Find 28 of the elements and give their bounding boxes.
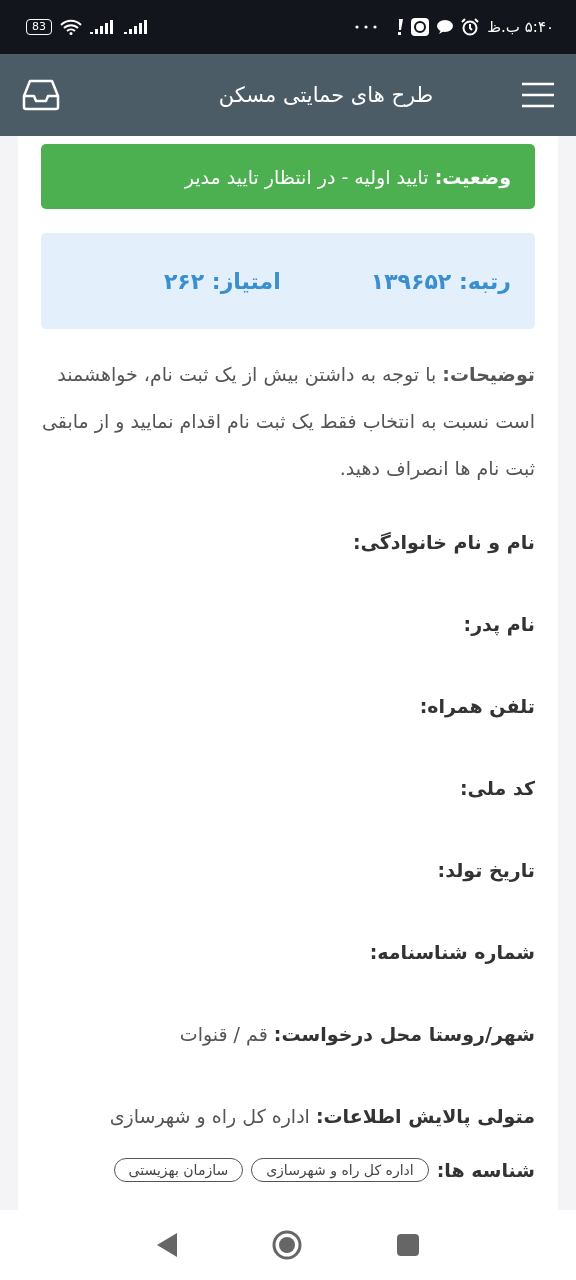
signal-icon: [124, 20, 150, 34]
info-field: متولی پالایش اطلاعات: اداره کل راه و شهرسازی: [41, 1100, 535, 1132]
alarm-icon: [461, 18, 480, 36]
info-field: شماره شناسنامه:: [41, 936, 535, 968]
status-banner: وضعیت: تایید اولیه - در انتظار تایید مدیر: [41, 144, 535, 209]
rank-panel: رتبه: ۱۳۹۶۵۲ امتیاز: ۲۶۲: [41, 233, 535, 329]
info-field: شهر/روستا محل درخواست: قم / قنوات: [41, 1018, 535, 1050]
battery-icon: 83: [26, 19, 52, 35]
info-field: کد ملی:: [41, 772, 535, 804]
home-icon[interactable]: [272, 1230, 302, 1260]
page-title: طرح های حمایتی مسکن: [217, 83, 435, 107]
menu-icon[interactable]: [522, 82, 554, 108]
info-field: نام پدر:: [41, 608, 535, 640]
app-icon: [411, 18, 430, 36]
back-icon[interactable]: [157, 1233, 178, 1257]
alert-icon: [397, 19, 404, 35]
signal-icon: [90, 20, 116, 34]
recents-icon[interactable]: [396, 1234, 419, 1256]
info-field: تاریخ تولد:: [41, 854, 535, 886]
more-icon: [355, 25, 378, 29]
inbox-icon[interactable]: [22, 79, 60, 111]
chat-icon: [437, 20, 454, 34]
clock-time: ۵:۴۰ ب.ظ: [487, 18, 554, 36]
info-field: تلفن همراه:: [41, 690, 535, 722]
wifi-icon: [60, 19, 82, 35]
info-field: نام و نام خانوادگی:: [41, 526, 535, 558]
tags-label: شناسه ها:: [436, 1159, 535, 1181]
description-text: توضیحات: با توجه به داشتن بیش از یک ثبت نام، خواهشمند است نسبت به انتخاب فقط یک ثبت نام اقدام نمایید و از مابقی ثبت نام ها انصراف دهید.: [41, 362, 535, 482]
